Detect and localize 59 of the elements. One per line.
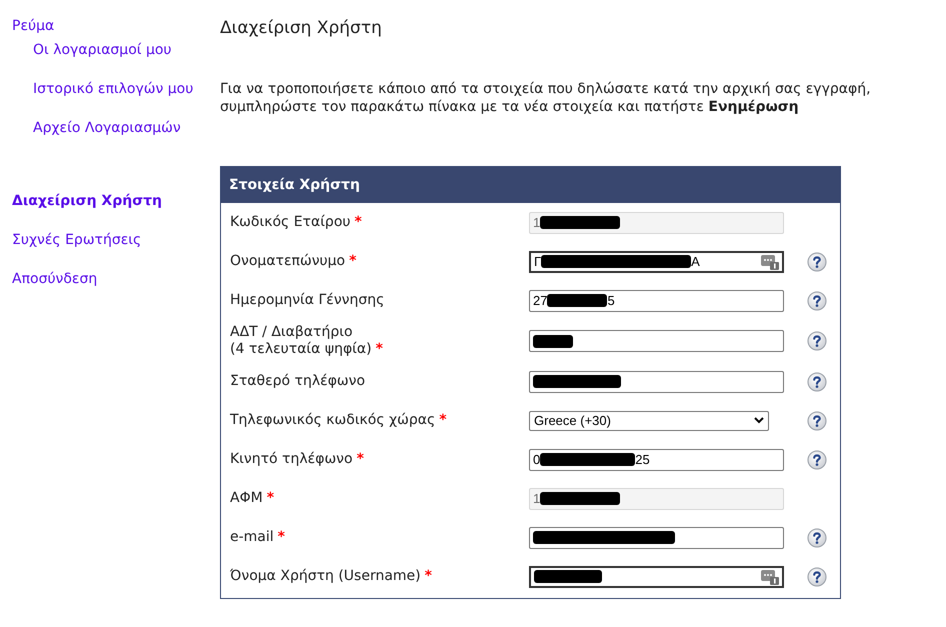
text-field[interactable]: [529, 330, 784, 352]
password-manager-icon[interactable]: [761, 254, 779, 270]
intro-text: Για να τροποποιήσετε κάποιο από τα στοιχεία που δηλώσατε κατά την αρχική σας εγγραφή, συμπληρώστε τον παρακάτω πίνακα με τα νέα στοιχεία και πατήστε Ενημέρωση: [220, 80, 872, 116]
nav-link[interactable]: Οι λογαριασμοί μου: [33, 41, 172, 59]
field-label: Κινητό τηλέφωνο: [230, 451, 353, 468]
help-icon[interactable]: [807, 410, 827, 430]
field-label: Όνομα Χρήστη (Username): [230, 568, 421, 585]
help-icon[interactable]: [807, 450, 827, 470]
required-mark: *: [349, 253, 356, 270]
field-value: 5: [607, 292, 615, 310]
field-value: 1: [533, 214, 540, 232]
field-value: 27: [533, 292, 548, 310]
field-label: Κωδικός Εταίρου: [230, 214, 350, 231]
field-label: Ονοματεπώνυμο: [230, 253, 346, 270]
password-manager-icon[interactable]: [761, 568, 779, 584]
field-label: Τηλεφωνικός κωδικός χώρας: [230, 412, 436, 429]
help-icon[interactable]: [807, 372, 827, 392]
nav-link[interactable]: Αποσύνδεση: [12, 270, 98, 288]
field-value: Γ: [534, 252, 542, 270]
field-value: 1: [533, 490, 540, 508]
field-label: ΑΔΤ / Διαβατήριο: [230, 324, 353, 341]
panel-header: Στοιχεία Χρήστη: [221, 167, 840, 203]
field-label: Σταθερό τηλέφωνο: [230, 373, 366, 390]
country-code-select[interactable]: Greece (+30): [529, 410, 769, 430]
nav-link[interactable]: Ρεύμα: [12, 17, 54, 35]
help-icon[interactable]: [807, 252, 827, 272]
field-label: (4 τελευταία ψηφία): [230, 341, 372, 358]
nav-link[interactable]: Διαχείριση Χρήστη: [12, 192, 162, 210]
required-mark: *: [356, 451, 364, 468]
redaction-bar: [547, 294, 608, 307]
text-field[interactable]: [529, 526, 784, 548]
page-title: Διαχείριση Χρήστη: [220, 17, 382, 39]
required-mark: *: [376, 341, 383, 358]
required-mark: *: [278, 529, 285, 546]
text-field[interactable]: 27 5: [529, 290, 784, 312]
help-icon[interactable]: [807, 566, 827, 586]
chevron-down-icon: [754, 417, 764, 424]
field-label: ΑΦΜ: [230, 490, 263, 507]
nav-link[interactable]: Συχνές Ερωτήσεις: [12, 231, 142, 249]
field-label: Ημερομηνία Γέννησης: [230, 292, 384, 309]
help-icon[interactable]: [807, 528, 827, 548]
text-field[interactable]: [529, 566, 784, 588]
nav-link[interactable]: Ιστορικό επιλογών μου: [33, 80, 194, 98]
text-field[interactable]: Γ Α: [529, 250, 784, 272]
required-mark: *: [354, 214, 362, 231]
redaction-bar: [534, 570, 602, 583]
redaction-bar: [533, 334, 573, 348]
field-value: 25: [635, 450, 650, 469]
field-label: e-mail: [230, 529, 274, 546]
help-icon[interactable]: [807, 290, 827, 310]
nav-link[interactable]: Αρχείο Λογαριασμών: [33, 119, 181, 137]
field-value: Α: [691, 252, 700, 270]
required-mark: *: [439, 412, 447, 429]
text-field[interactable]: 0 25: [529, 448, 784, 470]
text-field[interactable]: [529, 370, 784, 392]
field-value: 0: [533, 450, 540, 469]
help-icon[interactable]: [807, 331, 827, 351]
required-mark: *: [424, 568, 432, 585]
required-mark: *: [266, 490, 274, 507]
